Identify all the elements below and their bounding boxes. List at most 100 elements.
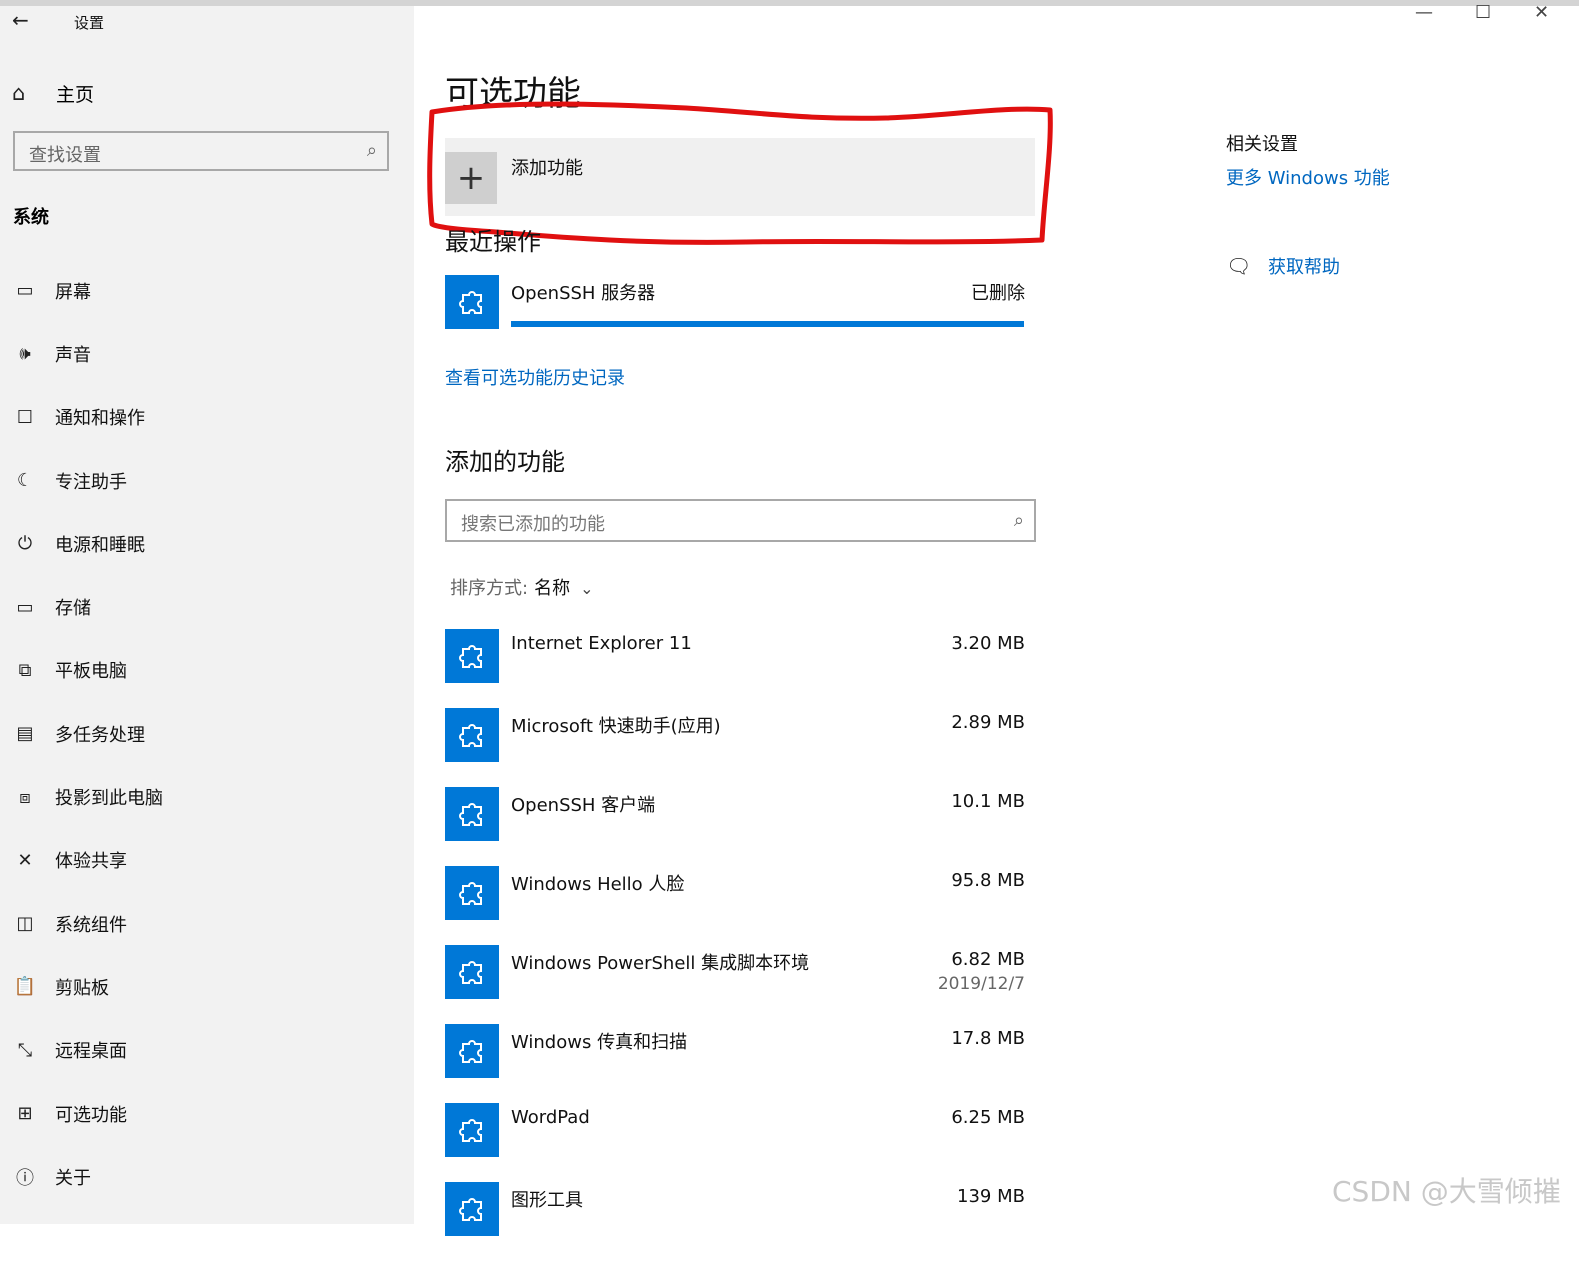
puzzle-icon xyxy=(445,629,499,683)
feature-size: 17.8 MB xyxy=(951,1028,1025,1049)
minimize-button[interactable]: — xyxy=(1415,2,1433,23)
sort-label: 排序方式: xyxy=(450,578,529,599)
sidebar-item-label: 声音 xyxy=(55,344,91,366)
feature-name: OpenSSH 客户端 xyxy=(511,795,656,816)
feature-size: 139 MB xyxy=(957,1186,1025,1207)
settings-search-input[interactable]: 查找设置 ⌕ xyxy=(13,131,389,171)
back-button[interactable]: ← xyxy=(12,10,38,32)
history-link[interactable]: 查看可选功能历史记录 xyxy=(445,364,625,390)
sidebar-item-multitasking[interactable]: ▤ 多任务处理 xyxy=(0,702,414,765)
plus-icon: + xyxy=(445,152,497,204)
add-feature-button[interactable]: + 添加功能 xyxy=(445,138,1035,216)
recent-item[interactable]: OpenSSH 服务器 已删除 xyxy=(445,275,1025,335)
sidebar-item-label: 通知和操作 xyxy=(55,408,145,430)
info-icon: ⓘ xyxy=(16,1167,34,1189)
sidebar: ← 设置 ⌂ 主页 查找设置 ⌕ 系统 ▭ 屏幕 🕪 声音 ☐ 通知和操作 ☾ … xyxy=(0,6,414,1224)
more-windows-features-link[interactable]: 更多 Windows 功能 xyxy=(1226,164,1390,190)
components-icon: ◫ xyxy=(16,913,34,935)
sidebar-item-label: 多任务处理 xyxy=(55,724,145,746)
sidebar-item-power[interactable]: ⏻ 电源和睡眠 xyxy=(0,512,414,575)
sidebar-item-label: 电源和睡眠 xyxy=(55,534,145,556)
sidebar-item-label: 可选功能 xyxy=(55,1104,127,1126)
sidebar-item-project[interactable]: ⧈ 投影到此电脑 xyxy=(0,765,414,828)
search-placeholder: 搜索已添加的功能 xyxy=(461,514,605,535)
feature-name: WordPad xyxy=(511,1107,590,1128)
puzzle-icon xyxy=(445,1103,499,1157)
help-chat-icon: 🗨 xyxy=(1226,254,1252,278)
remote-desktop-icon: ⤡ xyxy=(17,1039,33,1061)
share-icon: ✕ xyxy=(17,849,33,871)
feature-item[interactable]: WordPad 6.25 MB xyxy=(445,1103,1025,1182)
puzzle-icon xyxy=(445,787,499,841)
feature-size: 10.1 MB xyxy=(951,791,1025,812)
page-title: 可选功能 xyxy=(445,74,581,114)
sidebar-item-remote-desktop[interactable]: ⤡ 远程桌面 xyxy=(0,1019,414,1082)
puzzle-icon xyxy=(445,1024,499,1078)
added-heading: 添加的功能 xyxy=(445,448,565,476)
feature-size: 2.89 MB xyxy=(951,712,1025,733)
close-button[interactable]: ✕ xyxy=(1534,2,1549,23)
maximize-button[interactable]: ☐ xyxy=(1475,2,1491,23)
feature-name: Internet Explorer 11 xyxy=(511,633,692,654)
feature-name: 图形工具 xyxy=(511,1190,583,1211)
close-icon: ✕ xyxy=(1534,2,1550,23)
get-help-link[interactable]: 🗨 获取帮助 xyxy=(1226,253,1340,279)
sort-dropdown[interactable]: 排序方式: 名称 ⌄ xyxy=(450,574,593,600)
sidebar-item-home[interactable]: ⌂ 主页 xyxy=(12,78,94,108)
sidebar-item-tablet[interactable]: ⧉ 平板电脑 xyxy=(0,639,414,702)
project-icon: ⧈ xyxy=(19,786,31,808)
feature-size: 3.20 MB xyxy=(951,633,1025,654)
recent-item-status: 已删除 xyxy=(971,283,1025,304)
feature-item[interactable]: Windows PowerShell 集成脚本环境 6.82 MB 2019/12/… xyxy=(445,945,1025,1024)
feature-item[interactable]: Windows Hello 人脸 95.8 MB xyxy=(445,866,1025,945)
sidebar-item-optional-features[interactable]: ⊞ 可选功能 xyxy=(0,1082,414,1145)
sidebar-item-storage[interactable]: ▭ 存储 xyxy=(0,575,414,638)
search-icon[interactable]: ⌕ xyxy=(367,140,377,161)
speaker-icon: 🕪 xyxy=(19,343,31,365)
monitor-icon: ▭ xyxy=(16,280,34,302)
sidebar-item-components[interactable]: ◫ 系统组件 xyxy=(0,892,414,955)
sidebar-item-label: 平板电脑 xyxy=(55,661,127,683)
sidebar-item-sound[interactable]: 🕪 声音 xyxy=(0,322,414,385)
feature-name: Windows Hello 人脸 xyxy=(511,874,685,895)
sidebar-item-focus-assist[interactable]: ☾ 专注助手 xyxy=(0,449,414,512)
clipboard-icon: 📋 xyxy=(13,976,37,998)
feature-name: Windows 传真和扫描 xyxy=(511,1032,688,1053)
get-help-label: 获取帮助 xyxy=(1268,257,1340,278)
recent-item-name: OpenSSH 服务器 xyxy=(511,283,656,304)
optional-features-icon: ⊞ xyxy=(17,1103,33,1124)
sidebar-item-clipboard[interactable]: 📋 剪贴板 xyxy=(0,955,414,1018)
feature-name: Windows PowerShell 集成脚本环境 xyxy=(511,953,810,974)
search-icon[interactable]: ⌕ xyxy=(1014,510,1024,531)
sidebar-item-about[interactable]: ⓘ 关于 xyxy=(0,1145,414,1208)
feature-item[interactable]: Microsoft 快速助手(应用) 2.89 MB xyxy=(445,708,1025,787)
feature-list: Internet Explorer 11 3.20 MB Microsoft 快速助… xyxy=(445,629,1025,1261)
progress-bar xyxy=(511,321,1024,327)
home-label: 主页 xyxy=(56,83,95,106)
feature-search-input[interactable]: 搜索已添加的功能 ⌕ xyxy=(445,499,1036,542)
sidebar-item-notifications[interactable]: ☐ 通知和操作 xyxy=(0,386,414,449)
section-label: 系统 xyxy=(13,207,49,228)
feature-item[interactable]: Internet Explorer 11 3.20 MB xyxy=(445,629,1025,708)
recent-heading: 最近操作 xyxy=(445,228,541,256)
sidebar-item-label: 投影到此电脑 xyxy=(55,788,163,810)
sidebar-item-display[interactable]: ▭ 屏幕 xyxy=(0,259,414,322)
watermark: CSDN @大雪倾摧 xyxy=(1332,1175,1561,1208)
related-settings-title: 相关设置 xyxy=(1226,134,1298,155)
add-feature-label: 添加功能 xyxy=(511,158,583,179)
sidebar-item-label: 屏幕 xyxy=(55,281,91,303)
sidebar-item-shared-experiences[interactable]: ✕ 体验共享 xyxy=(0,829,414,892)
tablet-icon: ⧉ xyxy=(18,659,32,681)
power-icon: ⏻ xyxy=(17,533,33,555)
feature-item[interactable]: Windows 传真和扫描 17.8 MB xyxy=(445,1024,1025,1103)
sidebar-item-label: 系统组件 xyxy=(55,914,127,936)
feature-item[interactable]: OpenSSH 客户端 10.1 MB xyxy=(445,787,1025,866)
maximize-icon: ☐ xyxy=(1475,2,1492,23)
sidebar-item-label: 专注助手 xyxy=(55,471,127,493)
feature-item[interactable]: 图形工具 139 MB xyxy=(445,1182,1025,1261)
notification-icon: ☐ xyxy=(16,406,34,428)
feature-size: 6.25 MB xyxy=(951,1107,1025,1128)
app-title: 设置 xyxy=(74,14,105,32)
home-icon: ⌂ xyxy=(12,81,26,105)
sidebar-nav: ▭ 屏幕 🕪 声音 ☐ 通知和操作 ☾ 专注助手 ⏻ 电源和睡眠 ▭ 存储 ⧉ … xyxy=(0,259,414,1208)
